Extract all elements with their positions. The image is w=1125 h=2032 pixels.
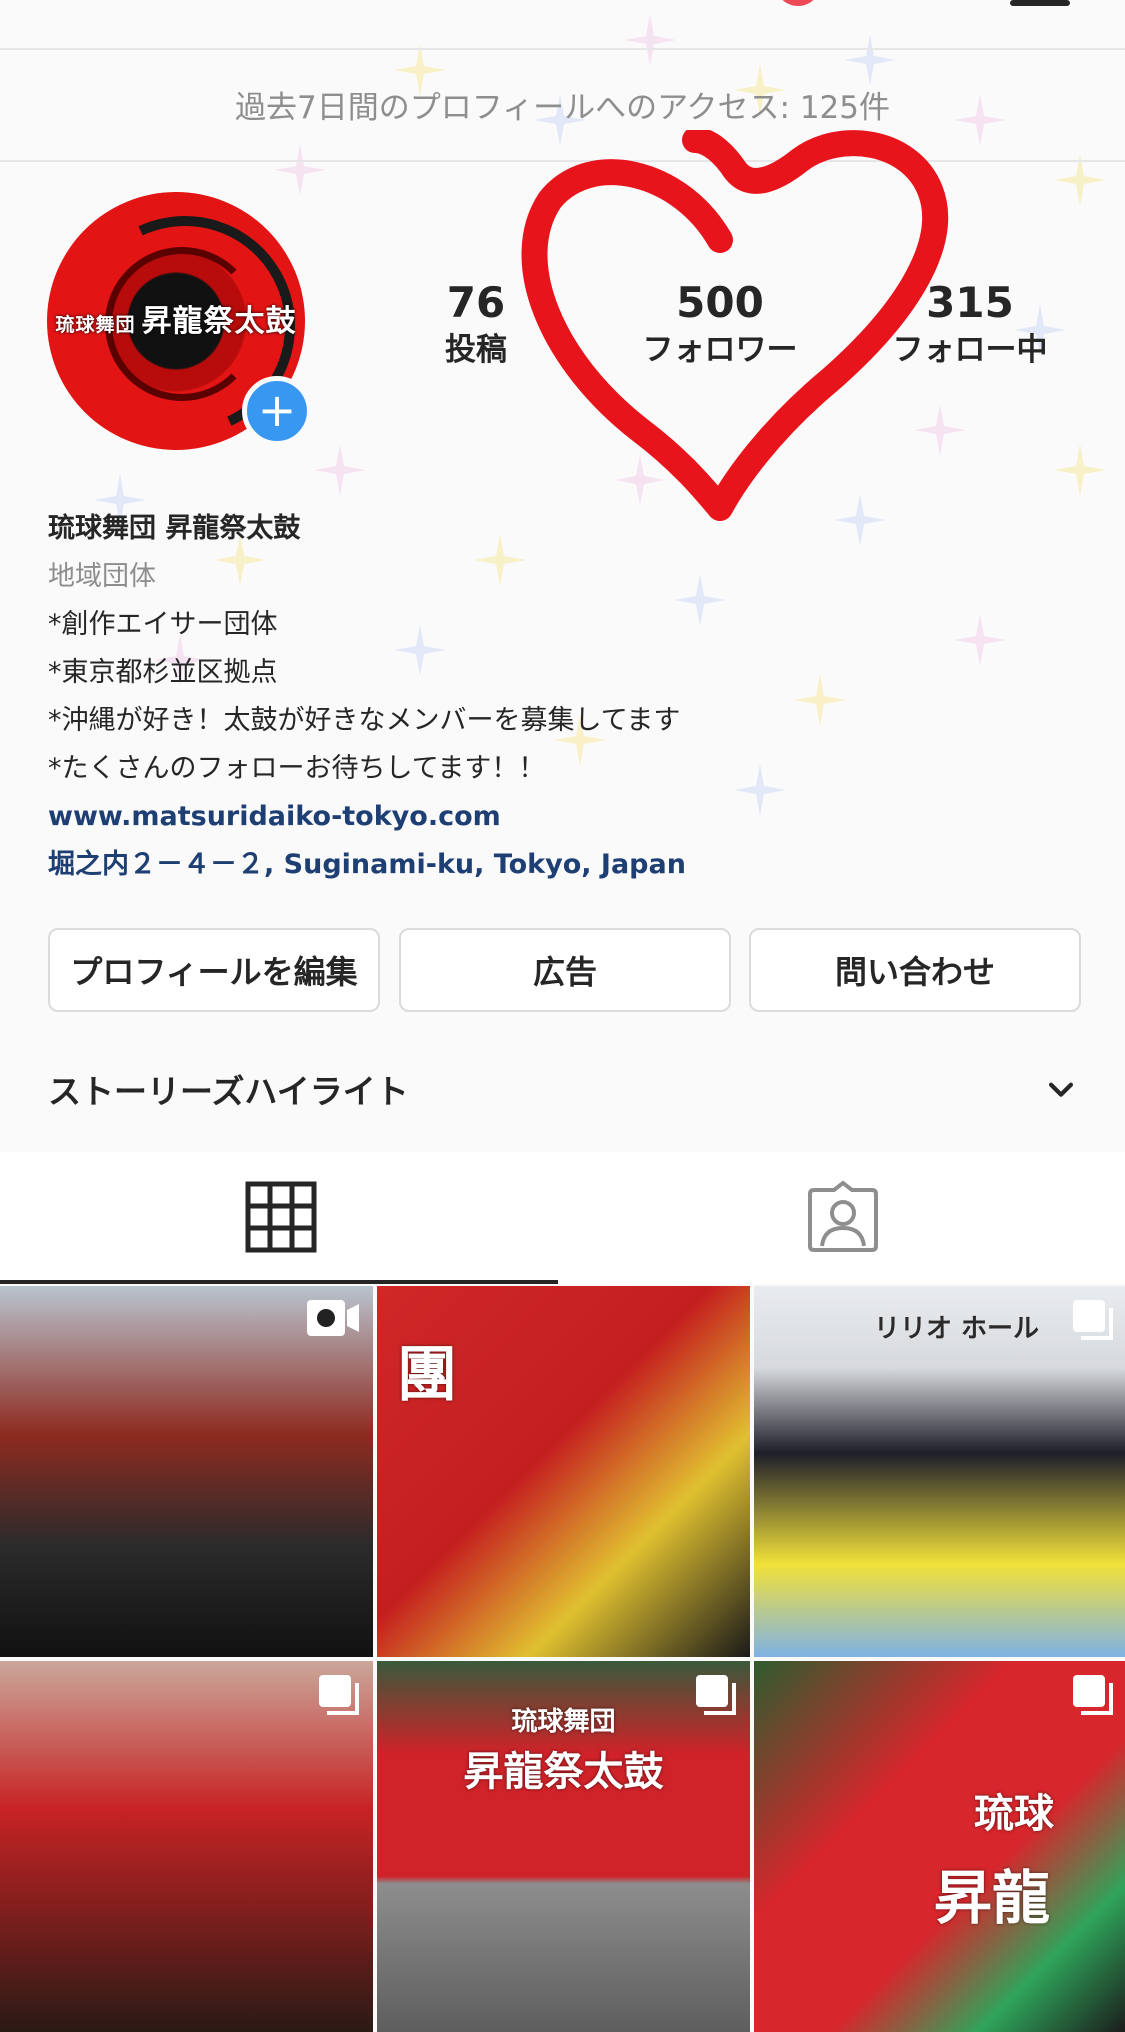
post-text: 昇龍 (934, 1864, 1051, 1932)
bio-line: *創作エイサー団体 (48, 609, 278, 640)
post-text: 團 (397, 1340, 457, 1410)
story-highlights-title: ストーリーズハイライト (48, 1072, 409, 1111)
menu-icon[interactable] (1010, 0, 1070, 6)
insights-banner[interactable]: 過去7日間のプロフィールへのアクセス: 125件 (0, 48, 1125, 162)
bio-section: 琉球舞団 昇龍祭太鼓 地域団体 *創作エイサー団体 *東京都杉並区拠点 *沖縄が… (48, 505, 1048, 889)
profile-tab-bar (0, 1152, 1125, 1284)
story-highlights-row[interactable]: ストーリーズハイライト (48, 1062, 1078, 1116)
stat-posts-label: 投稿 (445, 332, 507, 368)
post-text: リリオ ホール (874, 1314, 1040, 1344)
post-thumbnail[interactable]: 琉球舞団 昇龍祭太鼓 (377, 1661, 750, 2032)
post-text: 昇龍祭太鼓 (463, 1748, 664, 1795)
post-thumbnail[interactable]: リリオ ホール (754, 1286, 1125, 1657)
avatar-logo-small: 琉球舞団 (55, 314, 136, 336)
grid-icon (245, 1181, 317, 1253)
top-bar (0, 0, 1125, 50)
notification-dot[interactable] (775, 0, 821, 6)
stat-posts[interactable]: 76 投稿 (376, 278, 576, 370)
stat-followers-value: 500 (676, 278, 764, 327)
post-thumbnail[interactable]: 團 (377, 1286, 750, 1657)
ads-button[interactable]: 広告 (399, 928, 731, 1012)
insights-text: 過去7日間のプロフィールへのアクセス: 125件 (234, 89, 891, 126)
address-link[interactable]: 堀之内２－４－２, Suginami-ku, Tokyo, Japan (48, 841, 1048, 889)
posts-grid: 團 リリオ ホール 琉球舞団 昇龍祭太鼓 琉球 昇龍 (0, 1286, 1125, 2032)
tab-tagged[interactable] (562, 1152, 1124, 1282)
stat-followers[interactable]: 500 フォロワー (620, 278, 820, 370)
tab-grid[interactable] (0, 1152, 562, 1282)
active-tab-indicator (0, 1280, 558, 1284)
stat-followers-label: フォロワー (642, 332, 798, 368)
bio-line: *沖縄が好き！太鼓が好きなメンバーを募集してます (48, 705, 681, 736)
chevron-down-icon[interactable] (1044, 1072, 1078, 1106)
stat-posts-value: 76 (446, 278, 506, 327)
post-text: 琉球 (974, 1790, 1054, 1837)
bio-line: *東京都杉並区拠点 (48, 657, 278, 688)
profile-name: 琉球舞団 昇龍祭太鼓 (48, 513, 301, 544)
multiple-images-icon (319, 1675, 359, 1715)
edit-profile-button[interactable]: プロフィールを編集 (48, 928, 380, 1012)
tagged-person-icon (808, 1180, 878, 1252)
profile-category: 地域団体 (48, 561, 156, 592)
stat-following-label: フォロー中 (892, 332, 1048, 368)
bio-line: *たくさんのフォローお待ちしてます！！ (48, 753, 546, 784)
post-thumbnail[interactable] (0, 1661, 373, 2032)
contact-button[interactable]: 問い合わせ (749, 928, 1081, 1012)
stat-following[interactable]: 315 フォロー中 (870, 278, 1070, 370)
add-story-plus-icon[interactable]: + (242, 376, 312, 446)
website-link[interactable]: www.matsuridaiko-tokyo.com (48, 793, 1048, 841)
multiple-images-icon (1073, 1675, 1113, 1715)
post-thumbnail[interactable]: 琉球 昇龍 (754, 1661, 1125, 2032)
avatar-logo-text: 琉球舞団 昇龍祭太鼓 (47, 296, 305, 340)
post-thumbnail[interactable] (0, 1286, 373, 1657)
igtv-icon (307, 1300, 359, 1336)
avatar-logo-main: 昇龍祭太鼓 (141, 304, 297, 339)
stat-following-value: 315 (926, 278, 1014, 327)
multiple-images-icon (1073, 1300, 1113, 1340)
multiple-images-icon (696, 1675, 736, 1715)
